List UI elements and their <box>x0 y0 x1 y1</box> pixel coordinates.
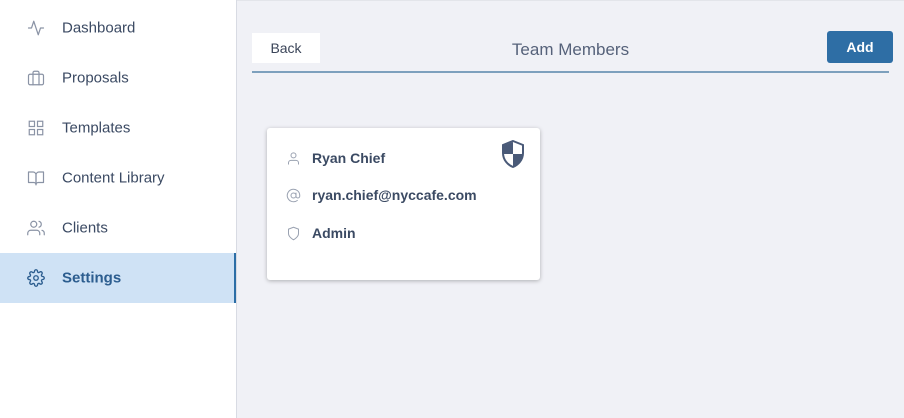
member-email: ryan.chief@nyccafe.com <box>312 187 477 203</box>
activity-icon <box>25 17 47 39</box>
users-icon <box>25 217 47 239</box>
sidebar-item-settings[interactable]: Settings <box>0 253 236 303</box>
sidebar-item-clients[interactable]: Clients <box>0 203 236 253</box>
user-icon <box>285 150 301 166</box>
book-icon <box>25 167 47 189</box>
sidebar-item-label: Settings <box>62 269 122 287</box>
grid-icon <box>25 117 47 139</box>
page-title: Team Members <box>511 40 630 59</box>
member-role-row: Admin <box>285 222 356 244</box>
sidebar-item-templates[interactable]: Templates <box>0 103 236 153</box>
gear-icon <box>25 267 47 289</box>
sidebar-item-label: Clients <box>62 219 108 237</box>
add-button[interactable]: Add <box>827 31 893 63</box>
team-member-card[interactable]: Ryan Chief ryan.chief@nyccafe.com Admin <box>267 128 540 280</box>
sidebar-item-proposals[interactable]: Proposals <box>0 53 236 103</box>
sidebar-item-dashboard[interactable]: Dashboard <box>0 3 236 53</box>
shield-icon <box>285 225 301 241</box>
member-role: Admin <box>312 225 356 241</box>
member-email-row: ryan.chief@nyccafe.com <box>285 184 477 206</box>
briefcase-icon <box>25 67 47 89</box>
shield-admin-icon <box>501 139 525 169</box>
sidebar: Dashboard Proposals Templates Content Li… <box>0 0 237 418</box>
sidebar-item-label: Content Library <box>62 169 165 187</box>
sidebar-item-label: Dashboard <box>62 19 136 37</box>
sidebar-item-content-library[interactable]: Content Library <box>0 153 236 203</box>
member-name-row: Ryan Chief <box>285 147 385 169</box>
sidebar-item-label: Proposals <box>62 69 129 87</box>
page-header: Back Team Members Add <box>252 31 893 73</box>
main-content: Back Team Members Add Ryan Chief ryan.ch… <box>237 0 904 418</box>
sidebar-item-label: Templates <box>62 119 131 137</box>
at-sign-icon <box>285 187 301 203</box>
member-name: Ryan Chief <box>312 150 386 166</box>
